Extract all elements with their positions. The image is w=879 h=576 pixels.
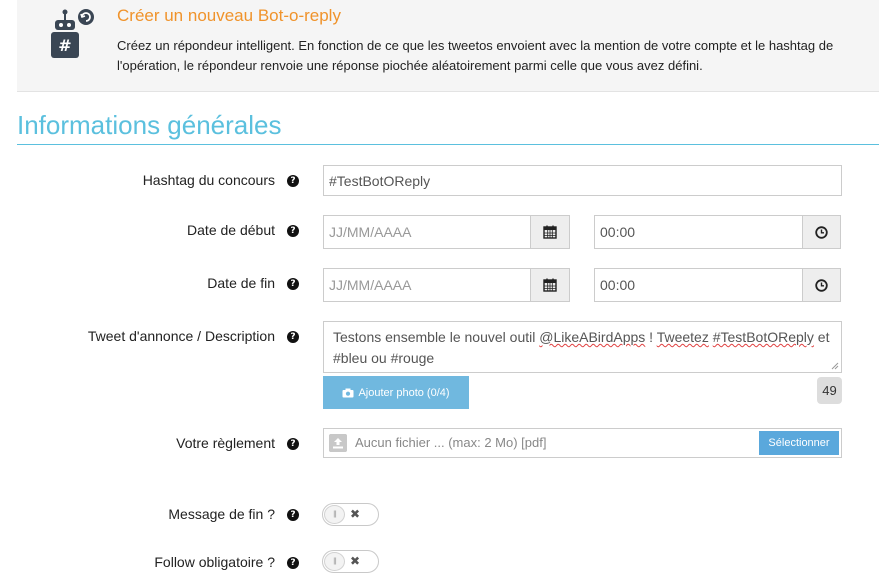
section-title: Informations générales — [17, 110, 282, 140]
start-date-calendar-button[interactable] — [530, 215, 570, 249]
start-time-input[interactable]: 00:00 — [594, 215, 804, 249]
end-time-input[interactable]: 00:00 — [594, 268, 804, 302]
follow-required-label: Follow obligatoire ? — [154, 554, 275, 570]
end-message-toggle[interactable]: ||| ✖ — [322, 503, 379, 526]
tweet-help-icon[interactable]: ? — [287, 331, 299, 343]
rules-label: Votre règlement — [176, 435, 275, 451]
upload-icon — [329, 434, 347, 452]
follow-required-toggle[interactable]: ||| ✖ — [322, 550, 379, 573]
resize-grip-icon[interactable] — [831, 362, 839, 370]
tweet-label: Tweet d'annonce / Description — [87, 328, 275, 344]
camera-icon — [342, 388, 354, 397]
bot-hashtag-icon: # — [51, 9, 94, 58]
follow-required-help-icon[interactable]: ? — [287, 557, 299, 569]
start-time-clock-button[interactable] — [802, 215, 841, 249]
end-time-clock-button[interactable] — [802, 268, 841, 302]
hashtag-label: Hashtag du concours — [142, 172, 275, 188]
toggle-knob: ||| — [324, 552, 345, 571]
start-date-input[interactable]: JJ/MM/AAAA — [323, 215, 531, 249]
banner-description: Créez un répondeur intelligent. En fonct… — [117, 38, 834, 73]
end-date-label: Date de fin — [207, 275, 275, 291]
start-date-label: Date de début — [187, 222, 275, 238]
section-divider — [17, 144, 879, 145]
file-placeholder: Aucun fichier ... (max: 2 Mo) [pdf] — [355, 435, 547, 450]
tweet-text-part: ! — [645, 329, 657, 345]
svg-text:#: # — [58, 36, 71, 55]
select-file-button[interactable]: Sélectionner — [759, 431, 839, 455]
calendar-icon — [543, 225, 557, 239]
rules-help-icon[interactable]: ? — [287, 438, 299, 450]
tweet-mention: @LikeABirdApps — [539, 329, 646, 345]
info-banner: # Créer un nouveau Bot-o-reply Créez un … — [17, 0, 879, 92]
end-message-label: Message de fin ? — [168, 506, 275, 522]
toggle-knob: ||| — [324, 505, 345, 524]
toggle-off-icon: ✖ — [350, 554, 361, 568]
tweet-text-part: Testons ensemble le nouvel outil — [333, 329, 540, 345]
banner-title: Créer un nouveau Bot-o-reply — [117, 6, 341, 25]
end-message-help-icon[interactable]: ? — [287, 509, 299, 521]
tweet-text-part: Tweetez — [656, 329, 709, 345]
end-date-help-icon[interactable]: ? — [287, 278, 299, 290]
toggle-off-icon: ✖ — [350, 507, 361, 521]
start-date-help-icon[interactable]: ? — [287, 225, 299, 237]
end-date-calendar-button[interactable] — [530, 268, 570, 302]
add-photo-button[interactable]: Ajouter photo (0/4) — [323, 376, 469, 409]
char-counter-badge: 49 — [817, 377, 842, 404]
tweet-hashtag: #TestBotOReply — [712, 329, 814, 345]
end-date-input[interactable]: JJ/MM/AAAA — [323, 268, 531, 302]
add-photo-label: Ajouter photo (0/4) — [358, 386, 450, 399]
tweet-textarea[interactable]: Testons ensemble le nouvel outil @LikeAB… — [323, 321, 842, 373]
clock-icon — [815, 278, 828, 292]
rules-file-input[interactable]: Aucun fichier ... (max: 2 Mo) [pdf] Séle… — [323, 428, 842, 458]
hashtag-input[interactable]: #TestBotOReply — [323, 165, 842, 196]
calendar-icon — [543, 278, 557, 292]
clock-icon — [815, 225, 828, 239]
hashtag-help-icon[interactable]: ? — [287, 175, 299, 187]
